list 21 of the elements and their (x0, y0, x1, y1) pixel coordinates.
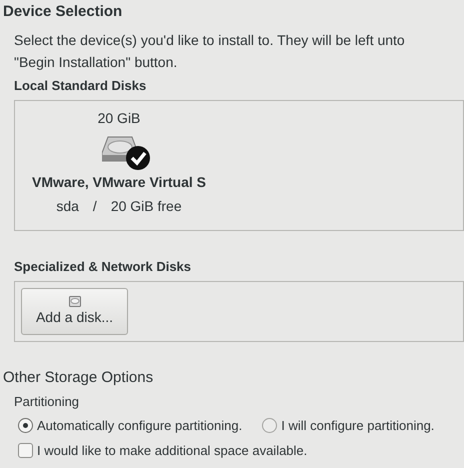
subsection-heading: Specialized & Network Disks (13, 258, 192, 276)
checkbox[interactable] (18, 442, 33, 458)
disk-icon (68, 296, 80, 306)
checkbox-label[interactable]: I would like to make additional space available. (37, 440, 308, 460)
radio-label[interactable]: Automatically configure partitioning. (37, 416, 242, 436)
disk-item[interactable]: 20 GiB VMware, VMware Virtual S sda / 20 GiB free (15, 101, 223, 230)
description-line: "Begin Installation" button. (14, 53, 178, 72)
radio-button[interactable] (262, 418, 278, 434)
disk-name: VMware, VMware Virtual S (32, 173, 206, 192)
add-disk-button[interactable]: Add a disk... (21, 288, 128, 335)
radio-button[interactable] (18, 418, 33, 434)
description-line: Select the device(s) you'd like to install to. They will be left unto (14, 31, 405, 50)
subsection-heading: Local Standard Disks (13, 77, 148, 95)
section-heading: Device Selection (2, 3, 124, 21)
section-heading: Other Storage Options (2, 369, 154, 387)
disk-size: 20 GiB (98, 109, 140, 128)
separator-text: / (92, 197, 97, 216)
free-space: 20 GiB free (110, 197, 182, 216)
radio-label[interactable]: I will configure partitioning. (281, 416, 434, 436)
subsection-heading: Partitioning (13, 393, 80, 411)
device-name: sda (56, 197, 79, 216)
